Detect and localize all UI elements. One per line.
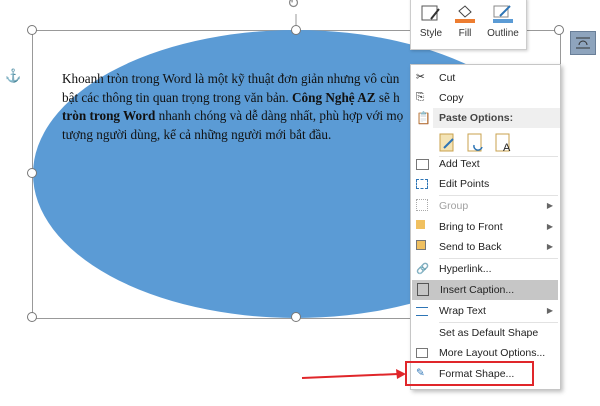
red-arrow: [301, 369, 406, 379]
